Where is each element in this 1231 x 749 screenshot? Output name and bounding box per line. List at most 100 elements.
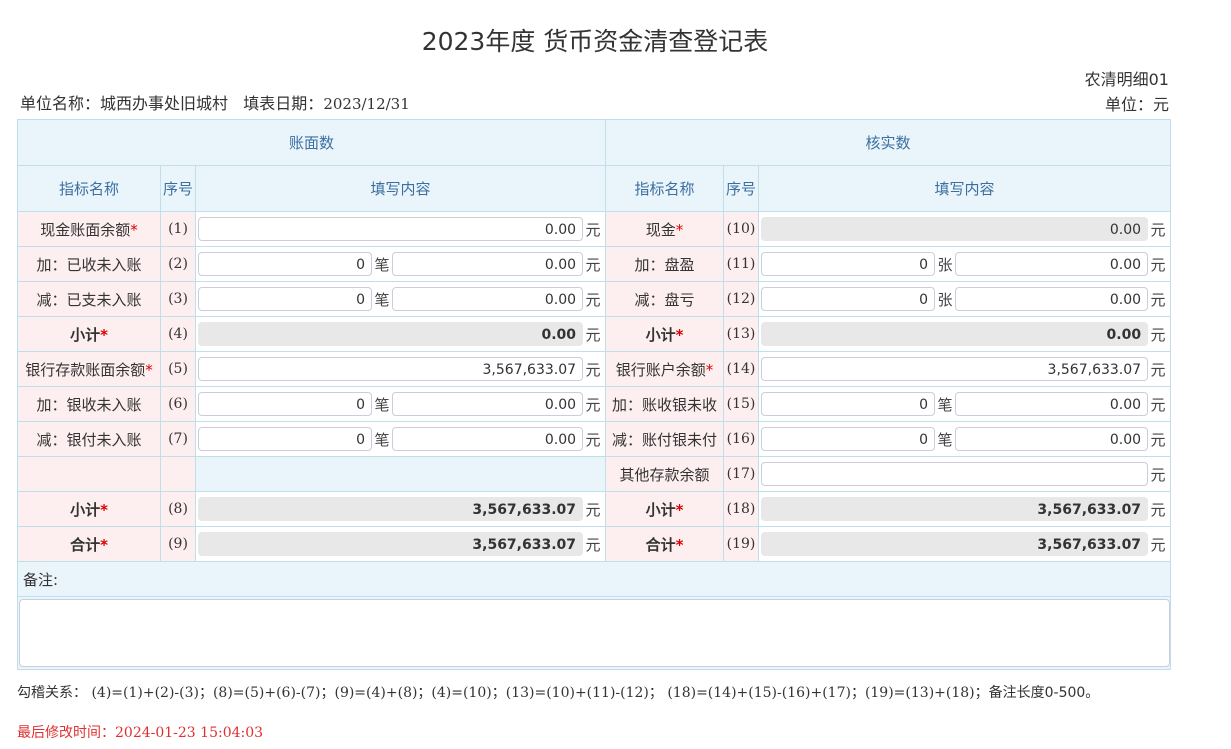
unit-yuan: 元 (1150, 500, 1166, 519)
row-label: 小计* (605, 491, 725, 527)
unit-label: 单位：元 (1104, 95, 1169, 114)
verified-total-field: 3,567,633.07 (761, 532, 1149, 556)
surplus-amount-input[interactable]: 0.00 (955, 252, 1149, 276)
paid-unrecorded-count-input[interactable]: 0 (198, 287, 372, 311)
unit-yuan: 元 (585, 395, 601, 414)
bank-paid-amount-input[interactable]: 0.00 (392, 427, 584, 451)
remark-label: 备注: (16, 561, 1172, 597)
unit-yuan: 元 (1150, 360, 1166, 379)
row-seq: (14) (723, 351, 760, 387)
book-total-field: 3,567,633.07 (198, 532, 584, 556)
row-seq: (3) (160, 281, 196, 317)
table-row: 加：已收未入账 (2) 0 笔 0.00 元 加：盘盈 (11) 0 张 0.00 元 (17, 246, 1172, 282)
col-name-header: 指标名称 (605, 165, 725, 212)
table-row: 小计* (4) 0.00 元 小计* (13) 0.00 元 (17, 316, 1172, 352)
bank-verified-subtotal-field: 3,567,633.07 (761, 497, 1149, 521)
unit-yuan: 元 (1150, 290, 1166, 309)
unit-yuan: 元 (585, 255, 601, 274)
org-name: 城西办事处旧城村 (100, 94, 229, 113)
table-row: 现金账面余额* (1) 0.00 元 现金* (10) 0.00 元 (17, 211, 1172, 247)
row-seq: (16) (723, 421, 760, 457)
row-label: 现金账面余额* (17, 211, 161, 247)
unit-yuan: 元 (1150, 395, 1166, 414)
book-received-count-input[interactable]: 0 (761, 392, 936, 416)
row-seq: (9) (160, 526, 196, 562)
row-seq: (5) (160, 351, 196, 387)
row-label: 减：账付银未付 (605, 421, 725, 457)
row-label: 加：已收未入账 (17, 246, 161, 282)
col-content-header: 填写内容 (758, 165, 1172, 212)
row-seq: (13) (723, 316, 760, 352)
received-unrecorded-amount-input[interactable]: 0.00 (392, 252, 584, 276)
cash-verified-field: 0.00 (761, 217, 1149, 241)
row-label: 加：银收未入账 (17, 386, 161, 422)
row-label: 银行存款账面余额* (17, 351, 161, 387)
org-label: 单位名称： (20, 94, 101, 113)
book-received-amount-input[interactable]: 0.00 (955, 392, 1149, 416)
received-unrecorded-count-input[interactable]: 0 (198, 252, 372, 276)
row-label: 合计* (17, 526, 161, 562)
table-row: 减：已支未入账 (3) 0 笔 0.00 元 减：盘亏 (12) 0 张 0.00 元 (17, 281, 1172, 317)
form-code: 农清明细01 (1084, 70, 1169, 89)
page-title: 2023年度 货币资金清查登记表 (421, 27, 769, 56)
bank-book-balance-input[interactable]: 3,567,633.07 (198, 357, 584, 381)
cash-verified-subtotal-field: 0.00 (761, 322, 1149, 346)
row-seq: (2) (160, 246, 196, 282)
unit-yuan: 元 (585, 220, 601, 239)
table-row: 银行存款账面余额* (5) 3,567,633.07 元 银行账户余额* (14)… (17, 351, 1172, 387)
formula-tail: 备注长度0-500。 (988, 685, 1100, 701)
row-seq: (18) (723, 491, 760, 527)
shortage-count-input[interactable]: 0 (761, 287, 936, 311)
empty-cell (17, 456, 161, 492)
unit-bi: 笔 (374, 255, 390, 274)
bank-account-balance-input[interactable]: 3,567,633.07 (761, 357, 1149, 381)
formula-note: 勾稽关系： (4)=(1)+(2)-(3)；(8)=(5)+(6)-(7)；(9… (17, 682, 1099, 702)
row-label: 小计* (605, 316, 725, 352)
bank-received-amount-input[interactable]: 0.00 (392, 392, 584, 416)
cash-book-balance-input[interactable]: 0.00 (198, 217, 584, 241)
unit-yuan: 元 (585, 430, 601, 449)
paid-unrecorded-amount-input[interactable]: 0.00 (392, 287, 584, 311)
empty-cell (160, 456, 196, 492)
row-label: 小计* (17, 316, 161, 352)
row-seq: (19) (723, 526, 760, 562)
row-label: 加：盘盈 (605, 246, 725, 282)
book-header: 账面数 (16, 119, 607, 166)
unit-yuan: 元 (1150, 535, 1166, 554)
col-content-header: 填写内容 (194, 165, 607, 212)
row-seq: (7) (160, 421, 196, 457)
row-label: 加：账收银未收 (605, 386, 725, 422)
row-seq: (6) (160, 386, 196, 422)
row-label: 其他存款余额 (605, 456, 725, 492)
verify-header: 核实数 (605, 119, 1172, 166)
col-name-header: 指标名称 (17, 165, 161, 212)
unit-yuan: 元 (585, 500, 601, 519)
bank-paid-count-input[interactable]: 0 (198, 427, 372, 451)
fill-date: 2023/12/31 (323, 95, 410, 113)
remark-textarea[interactable] (19, 599, 1170, 667)
row-seq: (17) (723, 456, 760, 492)
date-label: 填表日期： (243, 94, 324, 113)
row-seq: (10) (723, 211, 760, 247)
row-label: 合计* (605, 526, 725, 562)
cash-subtotal-field: 0.00 (198, 322, 584, 346)
unit-yuan: 元 (585, 290, 601, 309)
row-seq: (12) (723, 281, 760, 317)
row-label: 减：盘亏 (605, 281, 725, 317)
other-deposit-input[interactable] (761, 462, 1149, 486)
col-seq-header: 序号 (723, 165, 760, 212)
surplus-count-input[interactable]: 0 (761, 252, 936, 276)
unit-yuan: 元 (1150, 220, 1166, 239)
modified-time: 2024-01-23 15:04:03 (115, 725, 264, 741)
row-seq: (15) (723, 386, 760, 422)
shortage-amount-input[interactable]: 0.00 (955, 287, 1149, 311)
table-row: 其他存款余额 (17) 元 (17, 456, 1172, 492)
row-label: 减：银付未入账 (17, 421, 161, 457)
row-label: 现金* (605, 211, 725, 247)
bank-received-count-input[interactable]: 0 (198, 392, 372, 416)
row-label: 减：已支未入账 (17, 281, 161, 317)
book-paid-amount-input[interactable]: 0.00 (955, 427, 1149, 451)
row-label: 小计* (17, 491, 161, 527)
book-paid-count-input[interactable]: 0 (761, 427, 936, 451)
formula-label: 勾稽关系： (17, 685, 87, 701)
